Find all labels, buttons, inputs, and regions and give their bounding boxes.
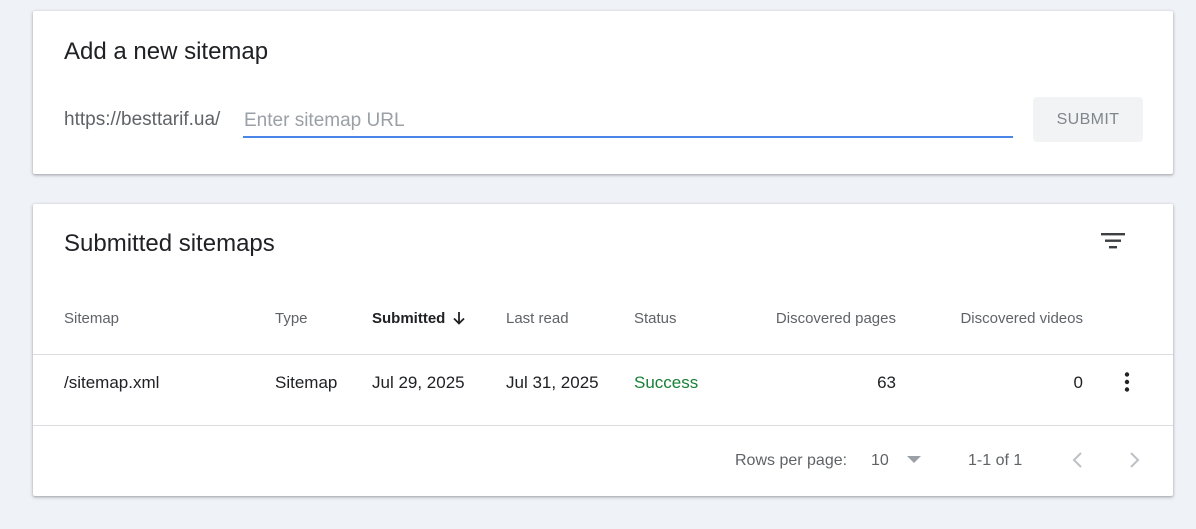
submitted-sitemaps-card: Submitted sitemaps Sitemap Type Submitte… [33,204,1173,496]
column-header-discovered-videos[interactable]: Discovered videos [923,310,1083,327]
cell-type: Sitemap [275,373,338,392]
column-header-submitted[interactable]: Submitted [372,310,467,327]
column-header-status[interactable]: Status [634,310,677,327]
submitted-sitemaps-title: Submitted sitemaps [64,230,275,257]
cell-discovered-videos: 0 [1073,373,1083,392]
dropdown-arrow-icon [907,456,921,463]
more-vert-icon [1124,372,1130,392]
cell-discovered-pages: 63 [877,373,896,392]
sitemap-url-input[interactable] [243,108,1013,138]
column-header-submitted-label: Submitted [372,310,446,327]
row-more-button[interactable] [1115,370,1139,394]
sitemap-url-prefix: https://besttarif.ua/ [64,109,221,130]
add-sitemap-card: Add a new sitemap https://besttarif.ua/ … [33,11,1173,174]
header-divider [33,354,1173,355]
rows-per-page-select[interactable]: 10 [863,448,933,474]
next-page-button[interactable] [1120,446,1148,474]
filter-button[interactable] [1097,226,1129,258]
rows-per-page-label: Rows per page: [735,452,848,469]
previous-page-button[interactable] [1064,446,1092,474]
cell-sitemap: /sitemap.xml [64,373,160,392]
chevron-left-icon [1072,452,1082,468]
column-header-last-read[interactable]: Last read [506,310,569,327]
chevron-right-icon [1130,452,1140,468]
cell-submitted: Jul 29, 2025 [372,373,465,392]
filter-list-icon [1101,233,1125,249]
cell-last-read: Jul 31, 2025 [506,373,599,392]
status-badge: Success [634,373,699,392]
column-header-type[interactable]: Type [275,310,308,327]
column-header-discovered-pages[interactable]: Discovered pages [746,310,896,327]
add-sitemap-title: Add a new sitemap [64,38,269,65]
submit-button[interactable]: SUBMIT [1033,97,1143,142]
rows-per-page-value: 10 [871,452,889,469]
arrow-down-icon [453,312,465,325]
pagination-range: 1-1 of 1 [968,452,1023,469]
column-header-sitemap[interactable]: Sitemap [64,310,119,327]
row-divider [33,425,1173,426]
